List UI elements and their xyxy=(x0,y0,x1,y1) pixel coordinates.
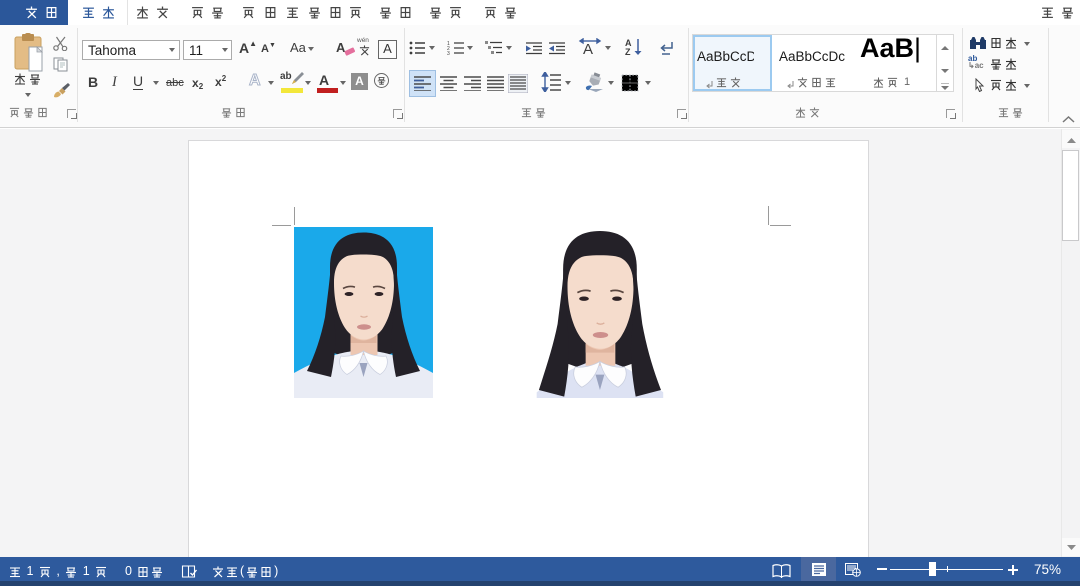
svg-text:3: 3 xyxy=(447,51,450,55)
svg-text:Z: Z xyxy=(625,47,631,56)
svg-text:A: A xyxy=(583,41,593,56)
